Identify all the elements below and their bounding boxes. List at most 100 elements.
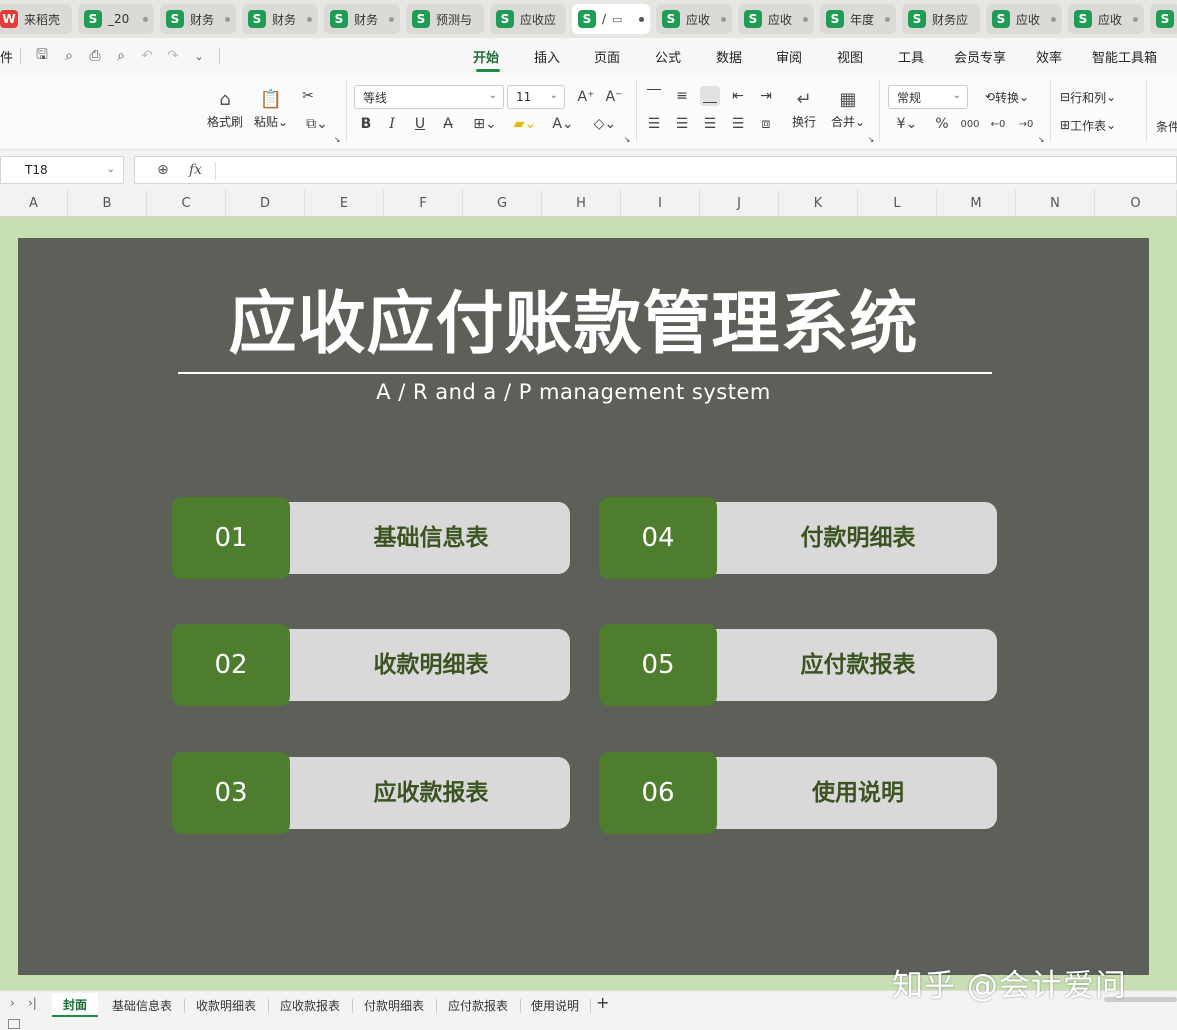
convert-button[interactable]: ⟲ 转换 ⌄: [976, 87, 1038, 107]
thousands-separator-icon[interactable]: 000: [960, 114, 980, 134]
column-header-h[interactable]: H: [542, 190, 621, 217]
share-icon[interactable]: ⌕: [60, 47, 78, 65]
increase-decimal-icon[interactable]: ←0: [988, 114, 1008, 134]
undo-icon[interactable]: ↶: [138, 47, 156, 65]
chevron-down-icon[interactable]: ⌄: [190, 47, 208, 65]
nav-card-instructions[interactable]: 使用说明 06: [599, 752, 997, 834]
paste-button[interactable]: 📋 粘贴⌄: [252, 82, 290, 138]
align-top-icon[interactable]: ⎺: [644, 86, 664, 106]
column-header-i[interactable]: I: [621, 190, 700, 217]
distributed-icon[interactable]: ⧈: [756, 114, 776, 134]
menu-tab-page[interactable]: 页面: [594, 47, 620, 66]
menu-tab-review[interactable]: 审阅: [776, 47, 802, 66]
decrease-font-icon[interactable]: A⁻: [604, 87, 624, 107]
sheet-tab-receivable-report[interactable]: 应收款报表: [270, 993, 350, 1017]
doc-tab-9[interactable]: S 应收: [738, 4, 814, 34]
redo-icon[interactable]: ↷: [164, 47, 182, 65]
zoom-icon[interactable]: ⊕: [157, 162, 169, 178]
column-header-k[interactable]: K: [779, 190, 858, 217]
insert-function-icon[interactable]: fx: [189, 162, 202, 178]
align-bottom-icon[interactable]: ⎽: [700, 86, 720, 106]
add-sheet-icon[interactable]: +: [596, 993, 609, 1012]
menu-tab-efficiency[interactable]: 效率: [1036, 47, 1062, 66]
sheet-tab-payable-report[interactable]: 应付款报表: [438, 993, 518, 1017]
align-left-icon[interactable]: ☰: [644, 114, 664, 134]
number-format-select[interactable]: 常规 ⌄: [888, 85, 968, 109]
increase-font-icon[interactable]: A⁺: [576, 87, 596, 107]
border-icon[interactable]: ⊞⌄: [470, 114, 500, 134]
align-middle-icon[interactable]: ≡: [672, 86, 692, 106]
bold-button[interactable]: B: [356, 114, 376, 134]
doc-tab-12[interactable]: S 应收: [986, 4, 1062, 34]
save-icon[interactable]: 🖫: [33, 47, 51, 65]
print-icon[interactable]: ⎙: [86, 47, 104, 65]
menu-tab-member[interactable]: 会员专享: [954, 47, 1006, 66]
last-sheet-icon[interactable]: ›|: [28, 996, 37, 1010]
font-name-select[interactable]: 等线 ⌄: [354, 85, 504, 109]
name-box[interactable]: T18 ⌄: [0, 156, 124, 184]
font-color-icon[interactable]: A⌄: [548, 114, 578, 134]
increase-indent-icon[interactable]: ⇥: [756, 86, 776, 106]
align-center-icon[interactable]: ☰: [672, 114, 692, 134]
percent-button[interactable]: %: [932, 114, 952, 134]
menu-tab-smart-toolbox[interactable]: 智能工具箱: [1092, 47, 1157, 66]
sheet-tab-basic-info[interactable]: 基础信息表: [102, 993, 182, 1017]
merge-cells-button[interactable]: ▦ 合并⌄: [828, 82, 868, 138]
expand-corner-icon[interactable]: ↘: [622, 134, 632, 144]
nav-card-payable-report[interactable]: 应付款报表 05: [599, 624, 997, 706]
sheet-tab-payment-detail[interactable]: 付款明细表: [354, 993, 434, 1017]
column-header-b[interactable]: B: [68, 190, 147, 217]
column-header-n[interactable]: N: [1016, 190, 1095, 217]
menu-tab-insert[interactable]: 插入: [534, 47, 560, 66]
sheet-grid[interactable]: 应收应付账款管理系统 A / R and a / P management sy…: [0, 217, 1177, 990]
doc-tab-5[interactable]: S 预测与: [406, 4, 484, 34]
chevron-right-icon[interactable]: ›: [10, 996, 15, 1010]
doc-tab-6[interactable]: S 应收应: [490, 4, 566, 34]
nav-card-basic-info[interactable]: 基础信息表 01: [172, 497, 570, 579]
decrease-decimal-icon[interactable]: →0: [1016, 114, 1036, 134]
copy-icon[interactable]: ⧉⌄: [302, 114, 332, 134]
cut-icon[interactable]: ✂: [298, 86, 318, 106]
sheet-tab-receipt-detail[interactable]: 收款明细表: [186, 993, 266, 1017]
column-header-l[interactable]: L: [858, 190, 937, 217]
column-header-m[interactable]: M: [937, 190, 1016, 217]
column-header-c[interactable]: C: [147, 190, 226, 217]
doc-tab-13[interactable]: S 应收: [1068, 4, 1144, 34]
clear-format-icon[interactable]: ◇⌄: [590, 114, 620, 134]
column-header-d[interactable]: D: [226, 190, 305, 217]
font-size-select[interactable]: 11 ⌄: [507, 85, 565, 109]
doc-tab-2[interactable]: S 财务: [160, 4, 236, 34]
fill-color-icon[interactable]: ▰⌄: [510, 114, 540, 134]
sheet-tab-cover[interactable]: 封面: [52, 993, 98, 1017]
format-painter-button[interactable]: ⌂ 格式刷: [204, 82, 246, 138]
nav-card-receivable-report[interactable]: 应收款报表 03: [172, 752, 570, 834]
currency-button[interactable]: ¥ ⌄: [892, 114, 922, 134]
column-header-o[interactable]: O: [1095, 190, 1177, 217]
column-header-j[interactable]: J: [700, 190, 779, 217]
column-header-e[interactable]: E: [305, 190, 384, 217]
menu-tab-home[interactable]: 开始: [473, 47, 499, 66]
nav-card-receipt-detail[interactable]: 收款明细表 02: [172, 624, 570, 706]
doc-tab-10[interactable]: S 年度: [820, 4, 896, 34]
doc-tab-0[interactable]: W 来稻壳: [0, 4, 72, 34]
column-header-a[interactable]: A: [0, 190, 68, 217]
italic-button[interactable]: I: [382, 114, 402, 134]
print-preview-icon[interactable]: ⌕: [112, 47, 130, 65]
row-col-button[interactable]: ⊟ 行和列 ⌄: [1060, 87, 1132, 107]
expand-corner-icon[interactable]: ↘: [332, 134, 342, 144]
underline-button[interactable]: U: [410, 114, 430, 134]
align-right-icon[interactable]: ☰: [700, 114, 720, 134]
menu-file[interactable]: 件: [0, 47, 13, 66]
column-header-f[interactable]: F: [384, 190, 463, 217]
conditional-format-button[interactable]: 条件: [1156, 117, 1177, 135]
justify-icon[interactable]: ☰: [728, 114, 748, 134]
doc-tab-1[interactable]: S _20: [78, 4, 154, 34]
expand-corner-icon[interactable]: ↘: [866, 134, 876, 144]
wrap-text-button[interactable]: ↵ 换行: [786, 82, 822, 138]
menu-tab-view[interactable]: 视图: [837, 47, 863, 66]
doc-tab-3[interactable]: S 财务: [242, 4, 318, 34]
doc-tab-8[interactable]: S 应收: [656, 4, 732, 34]
doc-tab-14[interactable]: S: [1150, 4, 1177, 34]
nav-card-payment-detail[interactable]: 付款明细表 04: [599, 497, 997, 579]
expand-corner-icon[interactable]: ↘: [1036, 134, 1046, 144]
